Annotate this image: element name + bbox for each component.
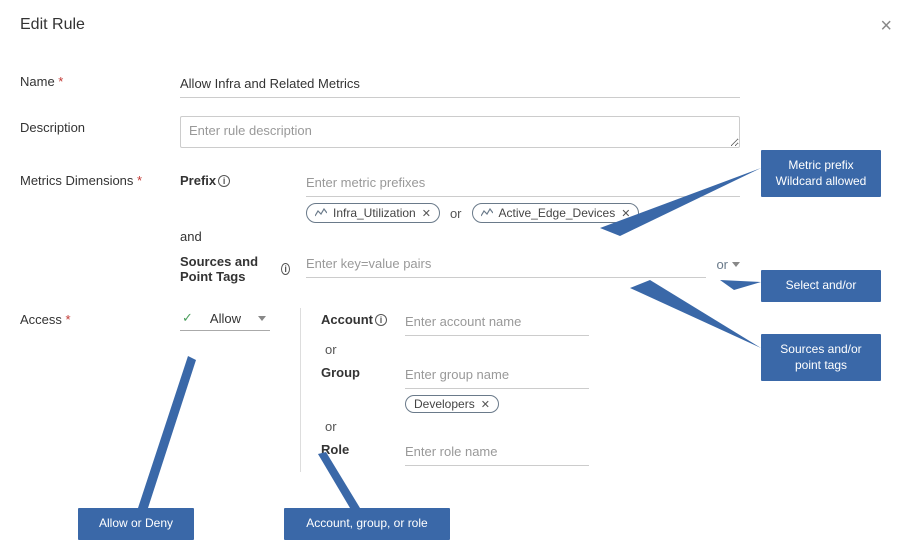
info-icon[interactable]: i xyxy=(375,314,387,326)
metrics-dimensions-label: Metrics Dimensions xyxy=(20,169,180,188)
group-label: Group xyxy=(321,361,391,380)
remove-chip-icon[interactable]: ✕ xyxy=(621,207,630,220)
account-label: Accounti xyxy=(321,312,387,327)
role-label: Role xyxy=(321,438,391,457)
check-icon: ✓ xyxy=(182,310,193,326)
chevron-down-icon xyxy=(258,316,266,321)
metric-icon xyxy=(315,208,327,218)
name-label: Name xyxy=(20,70,180,89)
account-input[interactable] xyxy=(405,308,589,336)
role-input[interactable] xyxy=(405,438,589,466)
and-separator: and xyxy=(180,229,740,244)
prefix-input[interactable] xyxy=(306,169,740,197)
tags-input[interactable] xyxy=(306,250,706,278)
description-textarea[interactable] xyxy=(180,116,740,148)
andor-select[interactable]: or xyxy=(716,257,740,272)
chip-or-text: or xyxy=(446,206,466,221)
callout-account: Account, group, or role xyxy=(284,508,450,540)
prefix-label: Prefixi xyxy=(180,173,230,188)
chevron-down-icon xyxy=(732,262,740,267)
name-input[interactable] xyxy=(180,70,740,98)
description-label: Description xyxy=(20,116,180,135)
access-label: Access xyxy=(20,308,180,327)
callout-prefix: Metric prefix Wildcard allowed xyxy=(761,150,881,197)
group-chip[interactable]: Developers ✕ xyxy=(405,395,499,413)
metric-icon xyxy=(481,208,493,218)
access-or-text: or xyxy=(321,419,589,434)
tags-label: Sources and Point Tagsi xyxy=(180,254,290,284)
close-icon[interactable]: × xyxy=(876,16,896,36)
remove-chip-icon[interactable]: ✕ xyxy=(481,398,490,411)
prefix-chip[interactable]: Infra_Utilization ✕ xyxy=(306,203,440,223)
dialog-title: Edit Rule xyxy=(20,16,85,34)
access-select[interactable]: ✓ Allow xyxy=(180,308,270,331)
access-or-text: or xyxy=(321,342,589,357)
info-icon[interactable]: i xyxy=(281,263,290,275)
remove-chip-icon[interactable]: ✕ xyxy=(422,207,431,220)
callout-andor: Select and/or xyxy=(761,270,881,302)
group-input[interactable] xyxy=(405,361,589,389)
callout-tags: Sources and/or point tags xyxy=(761,334,881,381)
prefix-chip[interactable]: Active_Edge_Devices ✕ xyxy=(472,203,640,223)
info-icon[interactable]: i xyxy=(218,175,230,187)
callout-allow: Allow or Deny xyxy=(78,508,194,540)
